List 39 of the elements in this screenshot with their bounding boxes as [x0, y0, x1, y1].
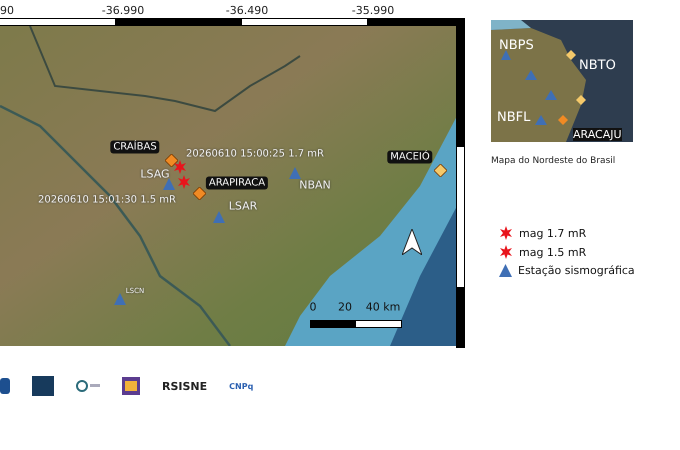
inset-caption: Mapa do Nordeste do Brasil	[491, 156, 616, 166]
city-label: ARAPIRACA	[206, 176, 268, 190]
longitude-label: 90	[0, 4, 14, 17]
legend-label: mag 1.7 mR	[519, 226, 586, 240]
station-triangle-icon	[213, 211, 225, 223]
station-triangle-icon	[163, 178, 175, 190]
earthquake-star-icon	[173, 160, 187, 174]
station-label: LSAG	[140, 168, 170, 180]
station-triangle-icon	[114, 293, 126, 305]
event-label: 20260610 15:00:25 1.7 mR	[186, 148, 324, 160]
inset-region-label: NBPS	[499, 38, 534, 53]
station-triangle-icon	[499, 264, 512, 277]
earthquake-star-icon	[177, 175, 191, 189]
legend-label: mag 1.5 mR	[519, 246, 586, 258]
legend-label: Estação sismográfica	[518, 264, 635, 277]
longitude-label: -36.490	[226, 4, 268, 17]
city-label: CRAÍBAS	[110, 140, 160, 154]
logo-icon	[32, 376, 54, 396]
star-icon	[499, 245, 513, 259]
scale-label: 20	[338, 300, 352, 314]
inset-region-label: NBTO	[579, 58, 616, 73]
city-label: MACEIÓ	[387, 150, 433, 164]
logo-text: RSISNE	[162, 380, 208, 392]
logo-icon	[76, 380, 100, 392]
logo-icon	[122, 377, 140, 395]
scale-label: 0	[310, 300, 316, 314]
event-label: 20260610 15:01:30 1.5 mR	[38, 194, 176, 206]
star-icon	[499, 226, 513, 240]
longitude-label: -35.990	[352, 4, 394, 17]
north-arrow-icon	[402, 229, 422, 255]
logo-icon	[0, 378, 10, 394]
station-label: NBAN	[299, 178, 331, 192]
inset-region-label: NBFL	[497, 110, 530, 125]
logo-text: CNPq	[229, 382, 254, 390]
longitude-label: -36.990	[102, 4, 144, 17]
scale-label: 40 km	[366, 300, 400, 314]
station-triangle-icon	[289, 167, 301, 179]
inset-region-label: ARACAJU	[573, 128, 622, 141]
station-label: LSAR	[228, 200, 258, 212]
